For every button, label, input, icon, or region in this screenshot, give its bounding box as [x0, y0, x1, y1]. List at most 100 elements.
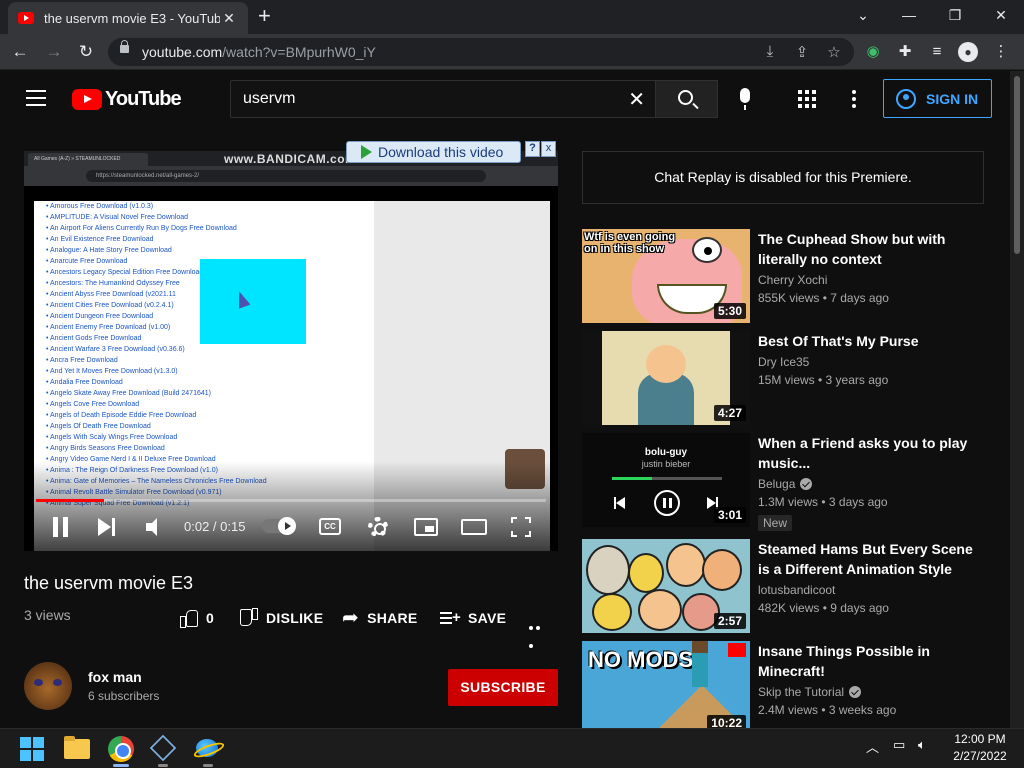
restore-icon[interactable]: ❐ [932, 0, 978, 30]
recorded-game-list-item: • Analogue: A Hate Story Free Download [46, 247, 172, 254]
install-app-icon[interactable]: ⤓ [760, 43, 780, 60]
address-bar[interactable]: youtube.com/watch?v=BMpurhW0_iY ⤓ ⇪ ☆ [108, 38, 854, 66]
page-scrollbar[interactable] [1010, 71, 1024, 728]
clock-date: 2/27/2022 [953, 749, 1007, 763]
recommendation-title[interactable]: When a Friend asks you to play music... [758, 433, 988, 473]
progress-bar[interactable] [36, 499, 546, 502]
recommendation-item[interactable]: Wtf is even going on in this show 5:30 T… [582, 229, 1002, 323]
media-queue-icon[interactable]: ≡ [926, 42, 948, 64]
settings-more-icon[interactable] [852, 90, 856, 111]
download-help-button[interactable]: ? [525, 141, 540, 157]
pause-icon[interactable] [52, 517, 70, 537]
recommendation-item[interactable]: 2:57 Steamed Hams But Every Scene is a D… [582, 539, 1002, 633]
video-thumbnail[interactable]: 4:27 [582, 331, 750, 425]
recommendation-meta: 15M views • 3 years ago [758, 373, 889, 387]
speaker-icon[interactable]: 🔈︎ [918, 737, 926, 753]
download-close-button[interactable]: x [541, 141, 556, 157]
recommendation-item[interactable]: NO MODS 10:22 Insane Things Possible in … [582, 641, 1002, 728]
youtube-logo[interactable]: YouTube [72, 88, 182, 111]
recommendation-title[interactable]: The Cuphead Show but with literally no c… [758, 229, 988, 269]
scrollbar-thumb[interactable] [1014, 76, 1020, 254]
channel-label: Beluga [758, 477, 796, 491]
recommendation-title[interactable]: Steamed Hams But Every Scene is a Differ… [758, 539, 988, 579]
tab-search-chevron-icon[interactable]: ⌄ [840, 0, 886, 30]
virtualbox-icon[interactable] [149, 734, 177, 762]
account-circle-icon [896, 88, 916, 109]
recorded-game-list-item: • An Evil Existence Free Download [46, 236, 154, 243]
extension-globe-icon[interactable]: ◉ [862, 42, 884, 64]
sign-in-button[interactable]: SIGN IN [883, 79, 992, 118]
forward-arrow-icon[interactable]: → [42, 40, 66, 64]
apps-grid-icon[interactable] [798, 90, 816, 108]
channel-label: Skip the Tutorial [758, 685, 845, 699]
volume-icon[interactable] [146, 518, 168, 536]
channel-name[interactable]: fox man [88, 669, 142, 685]
fullscreen-icon[interactable] [511, 517, 531, 537]
video-thumbnail[interactable]: NO MODS 10:22 [582, 641, 750, 728]
network-icon[interactable]: ▭ [893, 737, 905, 753]
file-explorer-icon[interactable] [64, 736, 90, 759]
channel-label: lotusbandicoot [758, 583, 836, 597]
tab-close-icon[interactable]: ✕ [220, 10, 238, 27]
profile-avatar-icon[interactable]: ● [958, 42, 978, 62]
microphone-icon[interactable] [740, 88, 750, 110]
bookmark-star-icon[interactable]: ☆ [824, 43, 844, 61]
save-button[interactable]: SAVE [440, 605, 506, 631]
hamburger-menu-icon[interactable] [26, 90, 46, 106]
chat-replay-notice: Chat Replay is disabled for this Premier… [582, 151, 984, 204]
recommendation-item[interactable]: bolu-guy justin bieber 3:01 When a Frien… [582, 433, 1002, 531]
recommendation-item[interactable]: 4:27 Best Of That's My Purse Dry Ice35 1… [582, 331, 1002, 425]
new-tab-icon[interactable]: + [258, 5, 271, 27]
chrome-icon[interactable] [108, 736, 134, 762]
back-arrow-icon[interactable]: ← [8, 40, 32, 64]
time-current: 0:02 [184, 519, 210, 534]
dislike-button[interactable]: DISLIKE [240, 605, 323, 631]
download-video-button[interactable]: Download this video [346, 141, 521, 163]
channel-label: Dry Ice35 [758, 355, 810, 369]
recorded-game-list-item: • Angry Birds Seasons Free Download [46, 445, 165, 452]
captions-icon[interactable]: CC [319, 518, 341, 535]
video-thumbnail[interactable]: 2:57 [582, 539, 750, 633]
verified-check-icon [800, 478, 813, 490]
youtube-favicon-icon [18, 12, 34, 24]
search-button[interactable] [655, 80, 718, 118]
subscribe-button[interactable]: SUBSCRIBE [448, 669, 558, 706]
clear-search-icon[interactable]: ✕ [628, 87, 645, 112]
share-button[interactable]: ➦ SHARE [342, 605, 418, 631]
theater-mode-icon[interactable] [461, 519, 487, 535]
reload-icon[interactable]: ↻ [74, 40, 98, 64]
share-page-icon[interactable]: ⇪ [792, 43, 812, 61]
channel-avatar[interactable] [24, 662, 72, 710]
recorded-game-list-item: • Angels of Death Episode Eddie Free Dow… [46, 412, 197, 419]
settings-gear-icon[interactable] [368, 517, 388, 537]
video-thumbnail[interactable]: bolu-guy justin bieber 3:01 [582, 433, 750, 527]
search-input[interactable]: uservm ✕ [230, 80, 656, 118]
lock-icon[interactable] [120, 40, 129, 53]
taskbar-clock[interactable]: 12:00 PM 2/27/2022 [942, 731, 1018, 765]
recorded-game-list-item: • Angels With Scaly Wings Free Download [46, 434, 178, 441]
window-close-icon[interactable]: ✕ [978, 0, 1024, 30]
previous-track-icon [612, 492, 636, 516]
extensions-puzzle-icon[interactable]: ✚ [894, 42, 916, 64]
recorded-address-bar: https://steamunlocked.net/all-games-2/ [24, 166, 558, 186]
like-count: 0 [206, 610, 215, 626]
windows-taskbar: ︿ ▭ 🔈︎ 12:00 PM 2/27/2022 [0, 728, 1024, 768]
recommendation-title[interactable]: Insane Things Possible in Minecraft! [758, 641, 988, 681]
active-app-indicator [113, 764, 129, 767]
autoplay-toggle[interactable] [262, 517, 296, 535]
recommendation-title[interactable]: Best Of That's My Purse [758, 331, 988, 351]
show-hidden-icons-chevron-icon[interactable]: ︿ [866, 737, 879, 756]
video-player[interactable]: All Games (A-Z) » STEAMUNLOCKED www.BAND… [24, 151, 558, 551]
more-actions-icon[interactable] [529, 617, 547, 648]
chrome-menu-icon[interactable]: ⋮ [990, 42, 1012, 64]
minimize-icon[interactable]: — [886, 0, 932, 30]
cartoon-blob [702, 549, 742, 591]
next-video-icon[interactable] [98, 518, 118, 536]
recommendation-channel: Beluga [758, 477, 813, 491]
miniplayer-icon[interactable] [414, 518, 438, 536]
like-button[interactable]: 0 [180, 605, 214, 631]
internet-explorer-icon[interactable] [196, 737, 220, 759]
video-thumbnail[interactable]: Wtf is even going on in this show 5:30 [582, 229, 750, 323]
windows-start-icon[interactable] [20, 737, 44, 761]
browser-tab[interactable]: the uservm movie E3 - YouTube ✕ [8, 2, 248, 34]
